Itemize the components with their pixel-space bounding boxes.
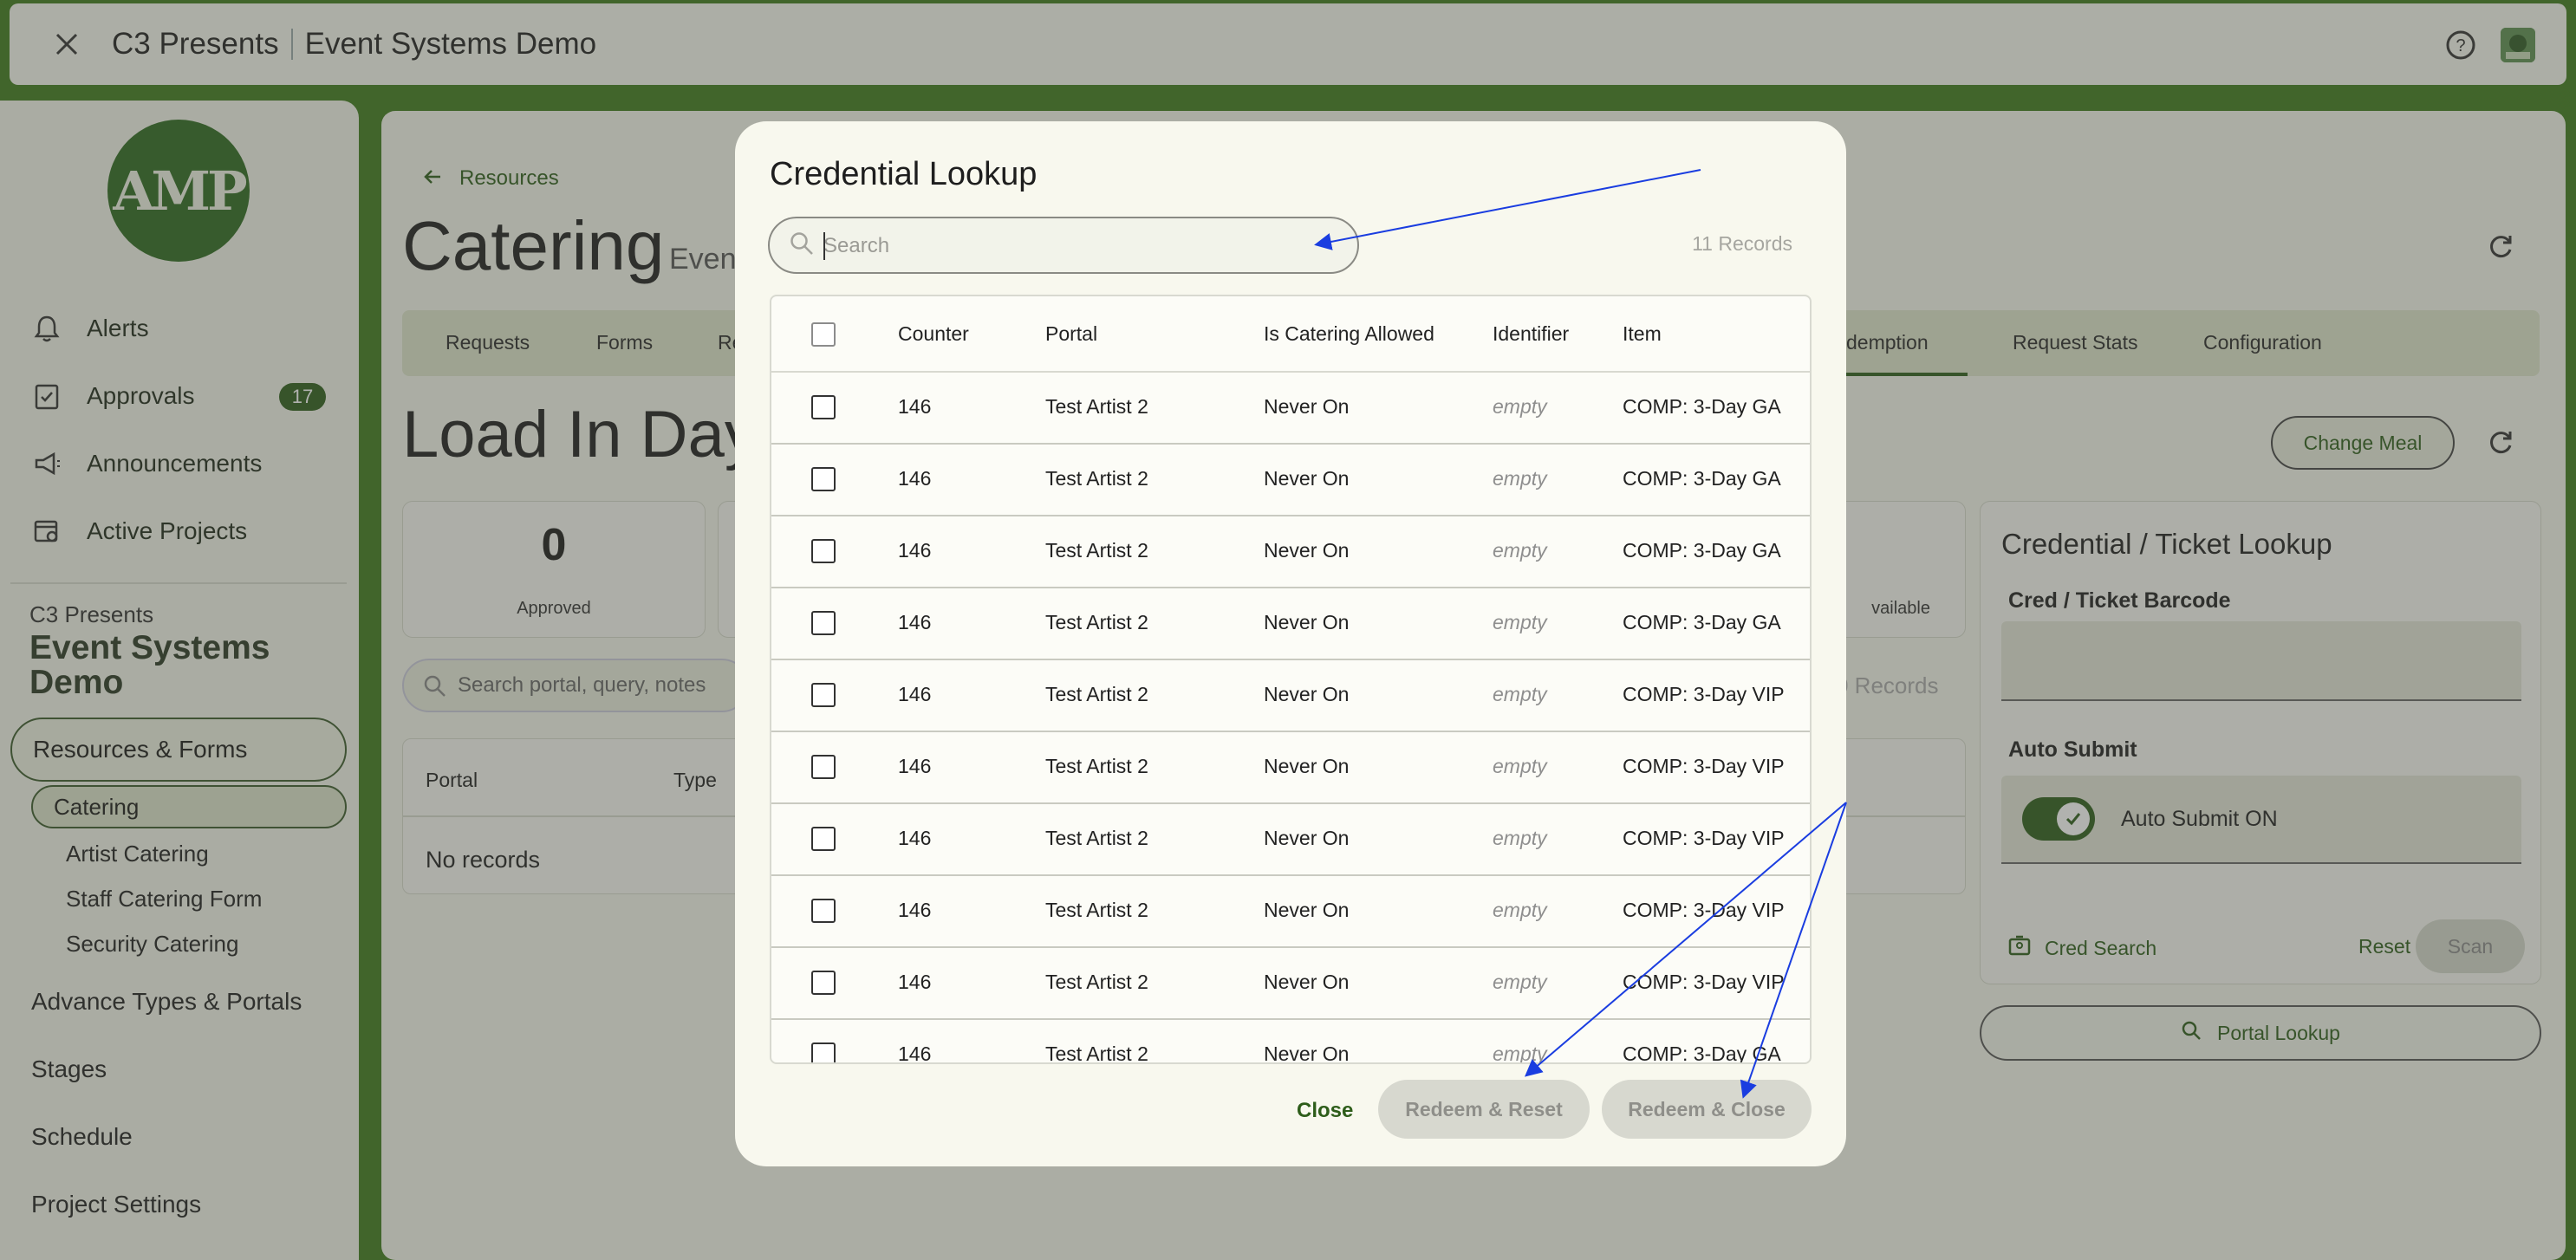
cell-catering-allowed: Never On: [1264, 467, 1350, 490]
column-header-counter[interactable]: Counter: [898, 322, 969, 346]
cell-item: COMP: 3-Day VIP: [1623, 827, 1785, 849]
cell-item: COMP: 3-Day GA: [1623, 611, 1781, 633]
table-row[interactable]: 146 Test Artist 2 Never On empty COMP: 3-Day…: [771, 373, 1810, 445]
cell-catering-allowed: Never On: [1264, 971, 1350, 993]
cell-catering-allowed: Never On: [1264, 539, 1350, 562]
cell-counter: 146: [898, 539, 932, 562]
cell-counter: 146: [898, 971, 932, 993]
cell-catering-allowed: Never On: [1264, 611, 1350, 633]
cell-portal: Test Artist 2: [1045, 539, 1148, 562]
row-checkbox[interactable]: [811, 1042, 836, 1062]
credential-lookup-dialog: Credential Lookup 11 Records Counter Por…: [735, 121, 1846, 1166]
dialog-search-field[interactable]: [768, 217, 1359, 274]
dialog-records-count: 11 Records: [1692, 232, 1792, 255]
cell-counter: 146: [898, 1042, 932, 1064]
cell-portal: Test Artist 2: [1045, 971, 1148, 993]
cell-counter: 146: [898, 611, 932, 633]
cell-item: COMP: 3-Day VIP: [1623, 971, 1785, 993]
cell-identifier: empty: [1493, 827, 1547, 849]
cell-portal: Test Artist 2: [1045, 899, 1148, 921]
column-header-catering-allowed[interactable]: Is Catering Allowed: [1264, 322, 1434, 346]
cell-portal: Test Artist 2: [1045, 395, 1148, 418]
cell-identifier: empty: [1493, 539, 1547, 562]
cell-identifier: empty: [1493, 899, 1547, 921]
cell-portal: Test Artist 2: [1045, 1042, 1148, 1064]
cell-counter: 146: [898, 899, 932, 921]
redeem-close-button[interactable]: Redeem & Close: [1602, 1080, 1812, 1139]
cell-catering-allowed: Never On: [1264, 1042, 1350, 1064]
select-all-checkbox[interactable]: [811, 322, 836, 347]
cell-catering-allowed: Never On: [1264, 827, 1350, 849]
cell-counter: 146: [898, 827, 932, 849]
cell-portal: Test Artist 2: [1045, 827, 1148, 849]
cell-portal: Test Artist 2: [1045, 755, 1148, 777]
cell-counter: 146: [898, 755, 932, 777]
row-checkbox[interactable]: [811, 755, 836, 779]
dialog-title: Credential Lookup: [770, 156, 1038, 192]
cell-item: COMP: 3-Day GA: [1623, 539, 1781, 562]
cell-portal: Test Artist 2: [1045, 467, 1148, 490]
dialog-search-input[interactable]: [823, 229, 1309, 263]
cell-identifier: empty: [1493, 755, 1547, 777]
cell-portal: Test Artist 2: [1045, 611, 1148, 633]
table-row[interactable]: 146 Test Artist 2 Never On empty COMP: 3-Day…: [771, 732, 1810, 804]
row-checkbox[interactable]: [811, 899, 836, 923]
cell-identifier: empty: [1493, 683, 1547, 705]
cell-catering-allowed: Never On: [1264, 755, 1350, 777]
row-checkbox[interactable]: [811, 467, 836, 491]
cell-item: COMP: 3-Day GA: [1623, 1042, 1781, 1064]
cell-item: COMP: 3-Day VIP: [1623, 755, 1785, 777]
text-cursor: [823, 232, 825, 260]
table-row[interactable]: 146 Test Artist 2 Never On empty COMP: 3-Day…: [771, 1020, 1810, 1064]
column-header-portal[interactable]: Portal: [1045, 322, 1097, 346]
redeem-reset-button[interactable]: Redeem & Reset: [1378, 1080, 1590, 1139]
cell-catering-allowed: Never On: [1264, 395, 1350, 418]
cell-identifier: empty: [1493, 395, 1547, 418]
cell-item: COMP: 3-Day VIP: [1623, 683, 1785, 705]
table-header-row: Counter Portal Is Catering Allowed Ident…: [771, 296, 1810, 373]
table-row[interactable]: 146 Test Artist 2 Never On empty COMP: 3-Day…: [771, 516, 1810, 588]
row-checkbox[interactable]: [811, 971, 836, 995]
cell-identifier: empty: [1493, 1042, 1547, 1064]
cell-counter: 146: [898, 395, 932, 418]
cell-portal: Test Artist 2: [1045, 683, 1148, 705]
cell-identifier: empty: [1493, 611, 1547, 633]
cell-item: COMP: 3-Day GA: [1623, 395, 1781, 418]
row-checkbox[interactable]: [811, 395, 836, 419]
cell-identifier: empty: [1493, 467, 1547, 490]
table-row[interactable]: 146 Test Artist 2 Never On empty COMP: 3-Day…: [771, 948, 1810, 1020]
column-header-identifier[interactable]: Identifier: [1493, 322, 1569, 346]
cell-identifier: empty: [1493, 971, 1547, 993]
row-checkbox[interactable]: [811, 611, 836, 635]
table-row[interactable]: 146 Test Artist 2 Never On empty COMP: 3-Day…: [771, 660, 1810, 732]
cell-counter: 146: [898, 683, 932, 705]
table-row[interactable]: 146 Test Artist 2 Never On empty COMP: 3-Day…: [771, 445, 1810, 516]
table-row[interactable]: 146 Test Artist 2 Never On empty COMP: 3-Day…: [771, 804, 1810, 876]
row-checkbox[interactable]: [811, 683, 836, 707]
row-checkbox[interactable]: [811, 827, 836, 851]
search-icon: [789, 231, 815, 261]
table-row[interactable]: 146 Test Artist 2 Never On empty COMP: 3-Day…: [771, 588, 1810, 660]
cell-catering-allowed: Never On: [1264, 899, 1350, 921]
cell-item: COMP: 3-Day GA: [1623, 467, 1781, 490]
credential-table: Counter Portal Is Catering Allowed Ident…: [770, 295, 1812, 1064]
table-row[interactable]: 146 Test Artist 2 Never On empty COMP: 3-Day…: [771, 876, 1810, 948]
cell-item: COMP: 3-Day VIP: [1623, 899, 1785, 921]
cell-catering-allowed: Never On: [1264, 683, 1350, 705]
dialog-close-button[interactable]: Close: [1297, 1099, 1353, 1123]
row-checkbox[interactable]: [811, 539, 836, 563]
column-header-item[interactable]: Item: [1623, 322, 1662, 346]
cell-counter: 146: [898, 467, 932, 490]
